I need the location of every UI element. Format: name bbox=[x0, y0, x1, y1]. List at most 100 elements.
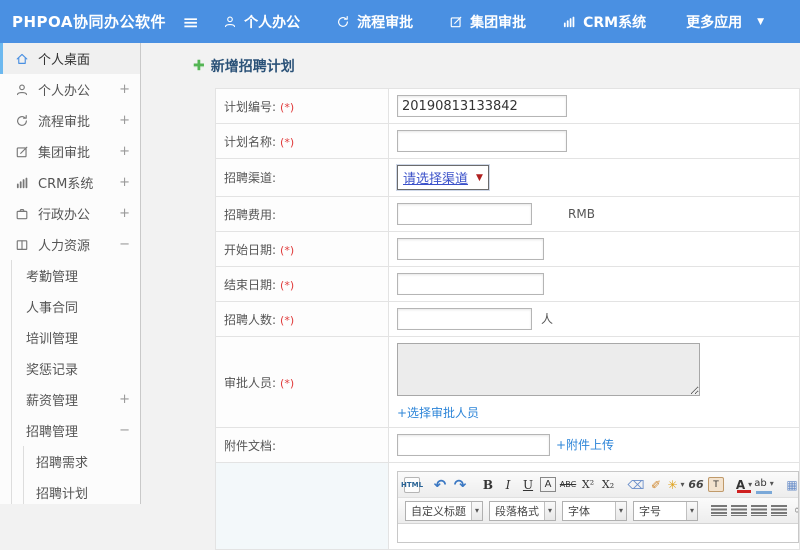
source-mode-button[interactable]: HTML bbox=[404, 477, 420, 493]
form-row-editor: HTML↶↷BIUAABCX²X₂⌫✐✳66TAab▦ 自定义标题▾段落格式▾字… bbox=[216, 463, 800, 550]
nav-item-more-apps[interactable]: 更多应用 ▼ bbox=[686, 12, 764, 32]
sidebar-item[interactable]: 人力资源− bbox=[0, 229, 140, 260]
sidebar-item[interactable]: 个人办公 + bbox=[0, 74, 140, 105]
expand-toggle[interactable]: + bbox=[119, 144, 130, 159]
undo-icon[interactable]: ↶ bbox=[432, 476, 448, 494]
form-row-attachment: 附件文档: +附件上传 bbox=[216, 428, 800, 463]
subscript-button[interactable]: X₂ bbox=[600, 476, 616, 494]
fee-input[interactable] bbox=[397, 203, 532, 225]
fee-label: 招聘费用: bbox=[224, 208, 276, 222]
expand-toggle[interactable]: + bbox=[119, 82, 130, 97]
sidebar-item[interactable]: CRM系统+ bbox=[0, 167, 140, 198]
plan-name-input[interactable] bbox=[397, 130, 567, 152]
attachment-input[interactable] bbox=[397, 434, 550, 456]
menu-toggle-icon[interactable]: ≡ bbox=[172, 10, 209, 34]
required-mark: (*) bbox=[280, 136, 294, 149]
channel-select-value: 请选择渠道 bbox=[403, 168, 468, 187]
sidebar-item-label: 考勤管理 bbox=[26, 266, 78, 285]
align-center-icon[interactable] bbox=[731, 505, 747, 516]
sidebar-item-sub[interactable]: 招聘需求 bbox=[24, 446, 140, 477]
add-plus-icon: ✚ bbox=[193, 58, 205, 74]
sidebar-item-label: 招聘管理 bbox=[26, 421, 78, 440]
text-style-button[interactable]: A bbox=[540, 477, 556, 492]
headcount-input[interactable] bbox=[397, 308, 532, 330]
nav-item-label: CRM系统 bbox=[583, 12, 646, 32]
editor-content-area[interactable] bbox=[398, 524, 798, 542]
expand-toggle[interactable]: + bbox=[119, 113, 130, 128]
eraser-icon[interactable]: ⌫ bbox=[628, 476, 644, 494]
choose-approver-link[interactable]: +选择审批人员 bbox=[397, 406, 479, 420]
plan-no-input[interactable] bbox=[397, 95, 567, 117]
book-icon bbox=[15, 238, 29, 252]
format-brush-icon[interactable]: ✐ bbox=[648, 476, 664, 494]
home-icon bbox=[15, 52, 29, 66]
end-date-input[interactable] bbox=[397, 273, 544, 295]
sidebar-item[interactable]: 个人桌面 bbox=[0, 43, 140, 74]
hr-submenu: 考勤管理人事合同培训管理奖惩记录薪资管理+招聘管理−招聘需求招聘计划人才库 bbox=[11, 260, 140, 504]
blockquote-icon[interactable]: 66 bbox=[688, 476, 704, 494]
bold-button[interactable]: B bbox=[480, 476, 496, 494]
link-icon[interactable]: ∞ bbox=[791, 502, 798, 520]
main-content: ✚ 新增招聘计划 计划编号:(*) 计划名称:(*) 招聘渠道: 请选择渠道 bbox=[142, 43, 800, 504]
required-mark: (*) bbox=[280, 101, 294, 114]
sidebar-item-sub[interactable]: 奖惩记录 bbox=[12, 353, 140, 384]
nav-item-person[interactable]: 个人办公 bbox=[223, 12, 300, 32]
underline-button[interactable]: U bbox=[520, 476, 536, 494]
approver-textarea[interactable] bbox=[397, 343, 700, 396]
superscript-button[interactable]: X² bbox=[580, 476, 596, 494]
expand-toggle[interactable]: + bbox=[119, 392, 130, 407]
attachment-label: 附件文档: bbox=[224, 439, 276, 453]
redo-icon[interactable]: ↷ bbox=[452, 476, 468, 494]
expand-toggle[interactable]: − bbox=[119, 237, 130, 252]
edit-icon bbox=[449, 15, 463, 29]
attachment-upload-link[interactable]: +附件上传 bbox=[556, 438, 614, 452]
sidebar-item-label: 行政办公 bbox=[38, 204, 90, 223]
form-row-end-date: 结束日期:(*) bbox=[216, 267, 800, 302]
autotypeset-icon[interactable]: ✳ bbox=[668, 476, 684, 494]
form-row-fee: 招聘费用: RMB bbox=[216, 197, 800, 232]
nav-item-chart[interactable]: CRM系统 bbox=[562, 12, 646, 32]
editor-row-label bbox=[216, 463, 389, 550]
sidebar-item[interactable]: 行政办公 + bbox=[0, 198, 140, 229]
highlight-icon[interactable]: ab bbox=[756, 476, 772, 494]
italic-button[interactable]: I bbox=[500, 476, 516, 494]
sidebar-item-sub[interactable]: 人事合同 bbox=[12, 291, 140, 322]
font-size-select-value: 字号 bbox=[634, 503, 686, 519]
caret-down-icon: ▾ bbox=[686, 502, 697, 520]
sidebar-item-label: 薪资管理 bbox=[26, 390, 78, 409]
start-date-label: 开始日期: bbox=[224, 243, 276, 257]
sidebar-item[interactable]: 集团审批+ bbox=[0, 136, 140, 167]
editor-toolbar-row2: 自定义标题▾段落格式▾字体▾字号▾∞∞ bbox=[398, 498, 798, 524]
sidebar-item[interactable]: 流程审批+ bbox=[0, 105, 140, 136]
expand-toggle[interactable]: + bbox=[119, 175, 130, 190]
align-justify-icon[interactable] bbox=[771, 505, 787, 516]
strikethrough-button[interactable]: ABC bbox=[560, 476, 576, 494]
sidebar-item-sub[interactable]: 招聘管理 − bbox=[12, 415, 140, 446]
rich-text-editor: HTML↶↷BIUAABCX²X₂⌫✐✳66TAab▦ 自定义标题▾段落格式▾字… bbox=[397, 471, 799, 543]
edit-icon bbox=[15, 145, 29, 159]
nav-item-cycle[interactable]: 流程审批 bbox=[336, 12, 413, 32]
nav-item-label: 流程审批 bbox=[357, 12, 413, 32]
sidebar-item-sub[interactable]: 培训管理 bbox=[12, 322, 140, 353]
sidebar-item-sub[interactable]: 招聘计划 bbox=[24, 477, 140, 504]
insert-image-icon[interactable]: ▦ bbox=[784, 476, 798, 494]
fee-unit: RMB bbox=[568, 207, 595, 221]
sidebar-item-sub[interactable]: 薪资管理 + bbox=[12, 384, 140, 415]
headcount-unit: 人 bbox=[541, 312, 553, 326]
expand-toggle[interactable]: − bbox=[119, 423, 130, 438]
sidebar-item-label: 个人办公 bbox=[38, 80, 90, 99]
align-left-icon[interactable] bbox=[711, 505, 727, 516]
main-nav: 个人办公 流程审批 集团审批 CRM系统 bbox=[223, 12, 682, 32]
channel-select[interactable]: 请选择渠道 ▼ bbox=[397, 165, 489, 190]
editor-toolbar-row1: HTML↶↷BIUAABCX²X₂⌫✐✳66TAab▦ bbox=[398, 472, 798, 498]
nav-item-edit[interactable]: 集团审批 bbox=[449, 12, 526, 32]
paragraph-format-select-value: 段落格式 bbox=[490, 503, 544, 519]
font-color-icon[interactable]: A bbox=[736, 476, 752, 494]
sidebar-item-sub[interactable]: 考勤管理 bbox=[12, 260, 140, 291]
align-right-icon[interactable] bbox=[751, 505, 767, 516]
paste-icon[interactable]: T bbox=[708, 477, 724, 492]
more-apps-label: 更多应用 bbox=[686, 12, 742, 32]
start-date-input[interactable] bbox=[397, 238, 544, 260]
app-logo: PHPOA协同办公软件 bbox=[0, 11, 172, 32]
expand-toggle[interactable]: + bbox=[119, 206, 130, 221]
